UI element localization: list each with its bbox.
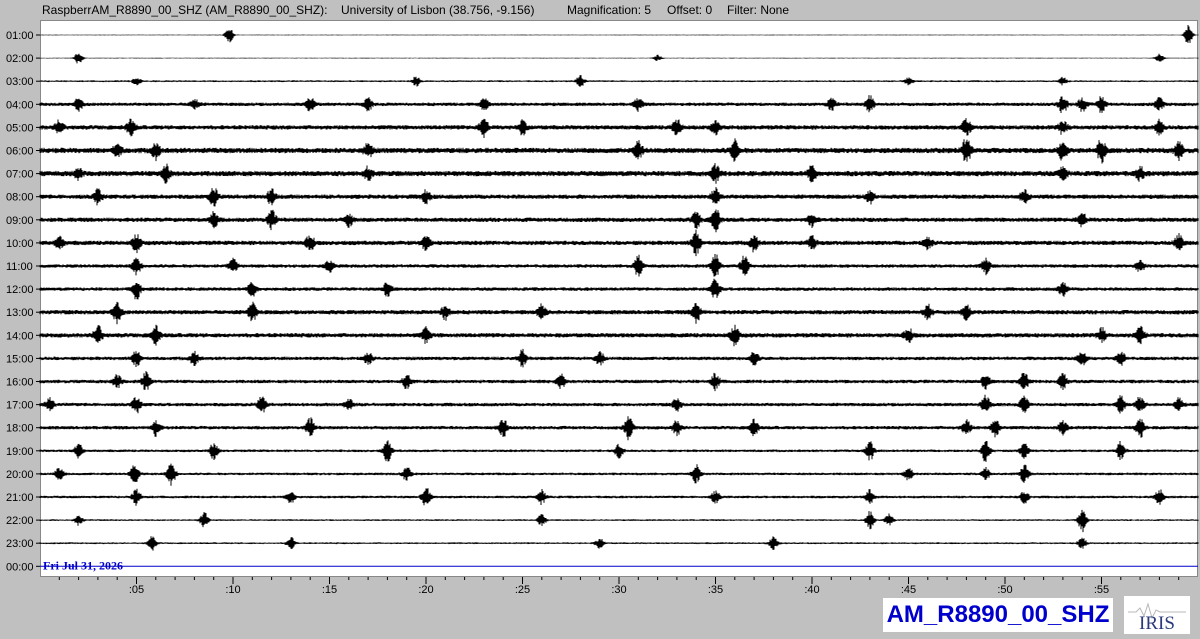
date-label: Fri Jul 31, 2026 <box>43 558 123 572</box>
station-code-label: AM_R8890_00_SHZ <box>883 598 1113 632</box>
x-tick-label: :30 <box>611 584 626 596</box>
helicorder-plot: 01:00 02:00 03:00 04:00 05:00 06:00 07:00 08:00… <box>6 20 1199 596</box>
x-tick-label: :55 <box>1094 584 1109 596</box>
y-tick-label: 20:00 <box>6 469 34 481</box>
y-tick-label: 03:00 <box>6 76 34 88</box>
x-tick-label: :25 <box>515 584 530 596</box>
y-tick-label: 17:00 <box>6 400 34 412</box>
y-tick-label: 05:00 <box>6 122 34 134</box>
y-tick-label: 08:00 <box>6 192 34 204</box>
y-tick-label: 06:00 <box>6 146 34 158</box>
y-tick-label: 19:00 <box>6 446 34 458</box>
x-tick-label: :15 <box>322 584 337 596</box>
iris-logo-graphic: IRIS <box>1128 602 1186 634</box>
y-tick-label: 01:00 <box>6 30 34 42</box>
y-tick-label: 12:00 <box>6 284 34 296</box>
y-tick-label: 15:00 <box>6 353 34 365</box>
y-tick-label: 23:00 <box>6 538 34 550</box>
y-tick-label: 07:00 <box>6 169 34 181</box>
y-tick-label: 04:00 <box>6 99 34 111</box>
x-tick-label: :45 <box>901 584 916 596</box>
x-tick-label: :10 <box>225 584 240 596</box>
x-tick-label: :50 <box>997 584 1012 596</box>
svg-text:IRIS: IRIS <box>1139 613 1175 634</box>
x-tick-label: :40 <box>804 584 819 596</box>
y-tick-label: 02:00 <box>6 53 34 65</box>
y-tick-label: 21:00 <box>6 492 34 504</box>
y-tick-label: 11:00 <box>6 261 33 273</box>
x-tick-label: :20 <box>418 584 433 596</box>
y-tick-label: 13:00 <box>6 307 34 319</box>
y-tick-label: 22:00 <box>6 515 34 527</box>
x-tick-label: :35 <box>708 584 723 596</box>
y-tick-label: 14:00 <box>6 330 34 342</box>
y-tick-label: 09:00 <box>6 215 34 227</box>
y-tick-label: 18:00 <box>6 423 34 435</box>
x-tick-label: :05 <box>129 584 144 596</box>
y-tick-label: 10:00 <box>6 238 34 250</box>
iris-logo: IRIS <box>1124 596 1190 634</box>
y-tick-label: 16:00 <box>6 377 34 389</box>
y-tick-label: 00:00 <box>6 561 34 573</box>
